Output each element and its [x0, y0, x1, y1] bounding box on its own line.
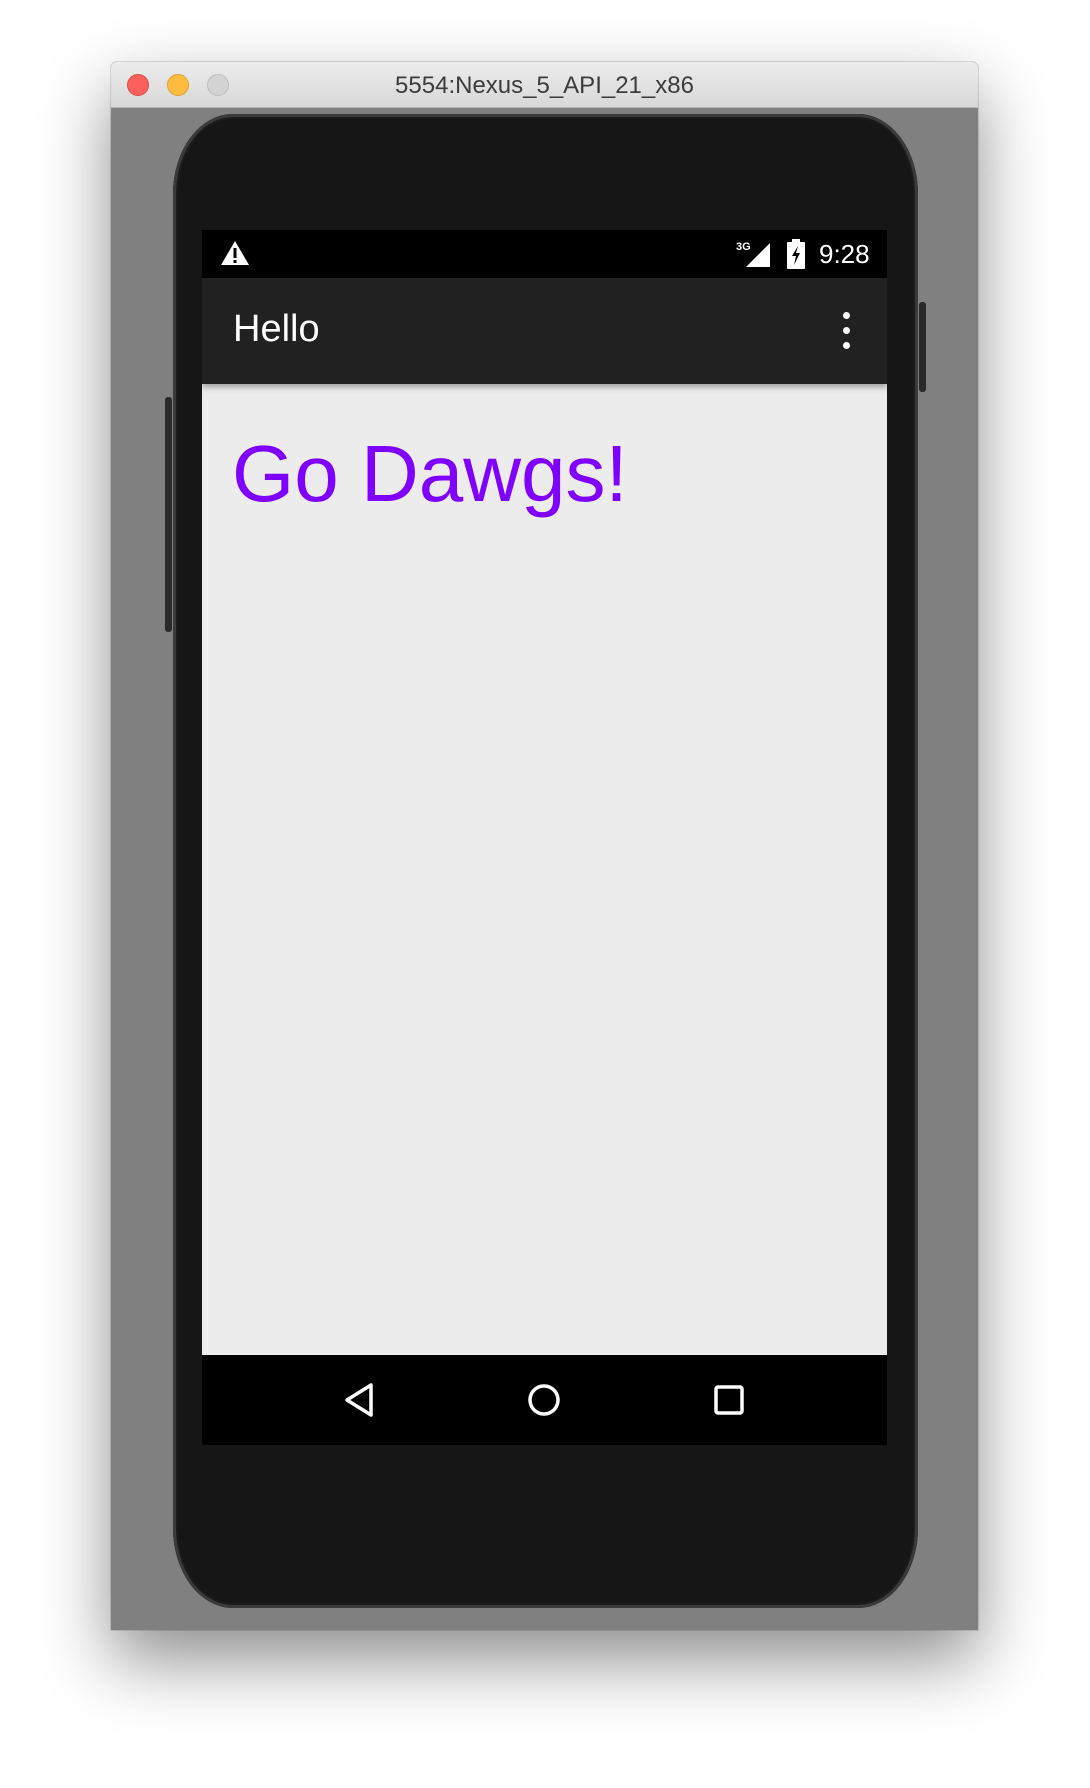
battery-charging-icon — [787, 239, 805, 269]
more-vert-icon[interactable] — [836, 310, 858, 354]
cell-signal-icon: 3G — [736, 241, 770, 267]
network-type-label: 3G — [736, 241, 751, 253]
home-circle-icon[interactable] — [520, 1377, 568, 1423]
status-bar: 3G 9:28 — [202, 230, 887, 278]
window-titlebar[interactable]: 5554:Nexus_5_API_21_x86 — [111, 62, 978, 108]
volume-rocker[interactable] — [165, 397, 172, 632]
recents-square-icon[interactable] — [705, 1377, 753, 1423]
main-content: Go Dawgs! — [202, 384, 887, 1369]
window-title: 5554:Nexus_5_API_21_x86 — [395, 72, 694, 99]
back-triangle-icon[interactable] — [335, 1377, 383, 1423]
status-clock: 9:28 — [819, 239, 870, 269]
power-button[interactable] — [919, 302, 926, 392]
greeting-text: Go Dawgs! — [232, 429, 628, 518]
warning-triangle-icon — [221, 241, 249, 265]
action-bar: Hello — [202, 278, 887, 384]
navigation-bar — [202, 1355, 887, 1445]
device-screen: 3G 9:28 Hello Go Dawgs! — [202, 230, 887, 1445]
app-title: Hello — [233, 308, 320, 350]
